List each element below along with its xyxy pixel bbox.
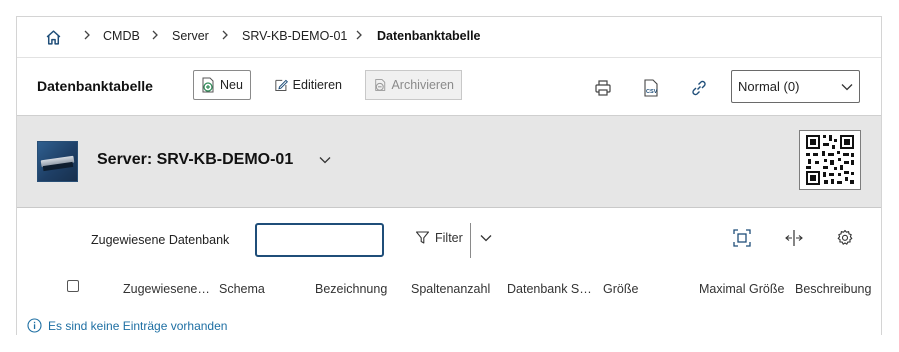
column-header-schema[interactable]: Schema	[219, 282, 265, 296]
new-label: Neu	[220, 78, 243, 92]
edit-button[interactable]: Editieren	[267, 70, 349, 100]
column-header-description[interactable]: Beschreibung	[795, 282, 871, 296]
column-header-max-size[interactable]: Maximal Größe	[699, 282, 784, 296]
empty-state-message: Es sind keine Einträge vorhanden	[27, 318, 227, 333]
column-header-size[interactable]: Größe	[603, 282, 638, 296]
link-icon[interactable]	[690, 79, 708, 97]
info-icon	[27, 318, 42, 333]
breadcrumb-item-cmdb[interactable]: CMDB	[103, 29, 140, 43]
empty-state-text: Es sind keine Einträge vorhanden	[48, 318, 228, 333]
chevron-down-icon[interactable]	[319, 156, 331, 164]
settings-gear-icon[interactable]	[836, 229, 854, 247]
column-header-assigned-database[interactable]: Zugewiesene…	[123, 282, 210, 296]
filter-button[interactable]: Filter	[415, 230, 463, 245]
filter-divider	[470, 223, 471, 258]
fullscreen-icon[interactable]	[733, 229, 751, 247]
select-all-checkbox[interactable]	[67, 280, 79, 292]
edit-label: Editieren	[292, 78, 342, 92]
main-panel: CMDB Server SRV-KB-DEMO-01 Datenbanktabe…	[16, 16, 882, 335]
object-title: Server: SRV-KB-DEMO-01	[97, 151, 294, 168]
filter-label: Zugewiesene Datenbank	[91, 233, 230, 247]
column-width-icon[interactable]	[785, 229, 803, 247]
svg-text:CSV: CSV	[646, 89, 658, 95]
home-icon[interactable]	[45, 29, 62, 46]
filter-input[interactable]	[255, 223, 384, 257]
chevron-right-icon	[222, 30, 228, 40]
object-header: Server: SRV-KB-DEMO-01	[17, 116, 881, 208]
chevron-right-icon	[84, 30, 90, 40]
filter-button-label: Filter	[435, 230, 463, 245]
view-select-value: Normal (0)	[738, 79, 800, 94]
archive-button[interactable]: Archivieren	[365, 70, 462, 100]
archive-icon	[375, 79, 386, 91]
breadcrumb-item-srv[interactable]: SRV-KB-DEMO-01	[242, 29, 347, 43]
qr-code-icon[interactable]	[799, 130, 861, 190]
new-button[interactable]: Neu	[193, 70, 251, 100]
chevron-right-icon	[356, 30, 362, 40]
page-title: Datenbanktabelle	[37, 78, 153, 94]
column-header-database-size[interactable]: Datenbank S…	[507, 282, 592, 296]
filter-icon	[415, 231, 430, 244]
csv-export-icon[interactable]: CSV	[642, 79, 660, 97]
view-select[interactable]: Normal (0)	[731, 70, 860, 103]
chevron-down-icon[interactable]	[480, 234, 492, 242]
breadcrumb-item-server[interactable]: Server	[172, 29, 209, 43]
toolbar: Datenbanktabelle Neu Editieren Archivier	[17, 57, 881, 116]
print-icon[interactable]	[594, 79, 612, 97]
server-icon	[37, 141, 78, 182]
column-header-name[interactable]: Bezeichnung	[315, 282, 387, 296]
new-document-icon	[202, 77, 214, 93]
chevron-down-icon	[841, 83, 853, 90]
chevron-right-icon	[152, 30, 158, 40]
breadcrumb: CMDB Server SRV-KB-DEMO-01 Datenbanktabe…	[17, 17, 881, 58]
breadcrumb-item-current: Datenbanktabelle	[377, 29, 481, 43]
archive-label: Archivieren	[391, 78, 454, 92]
column-header-column-count[interactable]: Spaltenanzahl	[411, 282, 490, 296]
edit-icon	[275, 79, 288, 91]
